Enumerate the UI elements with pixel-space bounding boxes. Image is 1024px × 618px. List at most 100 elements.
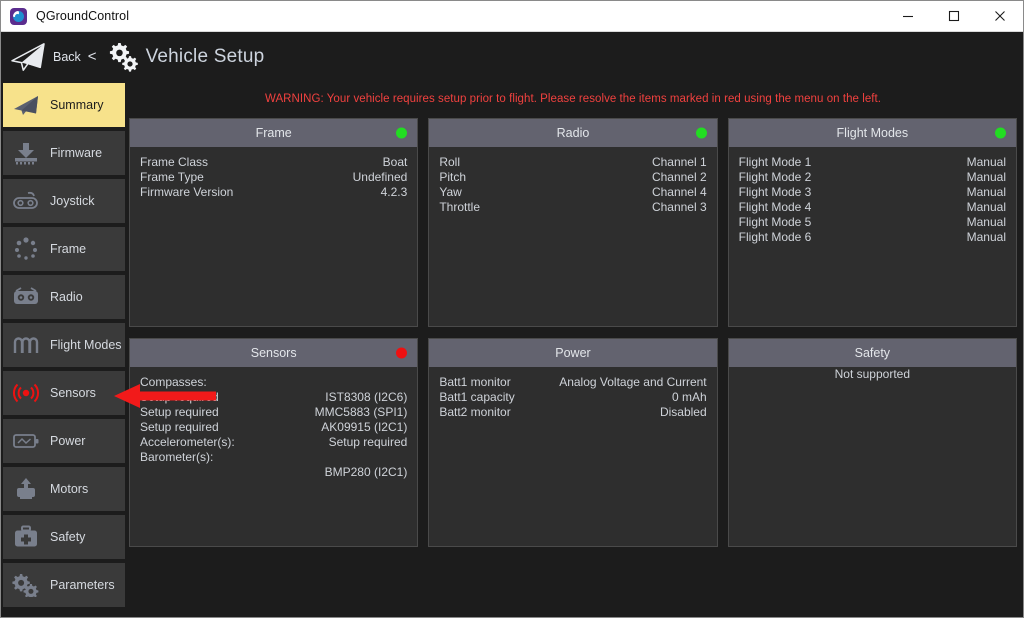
sidebar-item-label: Joystick <box>50 194 94 208</box>
chevron-left-icon: < <box>88 48 97 65</box>
download-chip-icon <box>11 140 41 166</box>
summary-row: Yaw Channel 4 <box>439 185 706 200</box>
row-key: Flight Mode 3 <box>739 185 812 200</box>
app-toolbar: Back < Vehicle Setup <box>1 32 1023 81</box>
status-indicator-ok <box>696 128 707 139</box>
minimize-icon[interactable] <box>885 1 931 32</box>
sidebar-item-power[interactable]: Power <box>3 419 125 463</box>
sidebar-item-safety[interactable]: Safety <box>3 515 125 559</box>
sidebar-item-label: Motors <box>50 482 88 496</box>
summary-row: Frame Type Undefined <box>140 170 407 185</box>
row-key: Flight Mode 6 <box>739 230 812 245</box>
row-key: Accelerometer(s): <box>140 435 235 450</box>
row-value: Disabled <box>660 405 707 420</box>
paper-plane-icon[interactable] <box>9 41 47 73</box>
panel-power[interactable]: Power Batt1 monitor Analog Voltage and C… <box>428 338 717 547</box>
panel-frame[interactable]: Frame Frame Class Boat Frame Type Undefi… <box>129 118 418 327</box>
summary-row: Setup required AK09915 (I2C1) <box>140 420 407 435</box>
summary-row: Setup required IST8308 (I2C6) <box>140 390 407 405</box>
qgroundcontrol-logo-icon <box>10 8 27 25</box>
row-value: 0 mAh <box>672 390 707 405</box>
panel-body: Roll Channel 1 Pitch Channel 2 Yaw Chann… <box>429 147 716 326</box>
summary-row: Flight Mode 1 Manual <box>739 155 1006 170</box>
sidebar-item-radio[interactable]: Radio <box>3 275 125 319</box>
paper-plane-icon <box>11 92 41 118</box>
row-value: Undefined <box>353 170 408 185</box>
panel-title: Frame <box>256 126 292 140</box>
panel-title: Sensors <box>251 346 297 360</box>
sidebar-item-flight-modes[interactable]: Flight Modes <box>3 323 125 367</box>
back-button-label[interactable]: Back <box>53 50 81 64</box>
row-value: Manual <box>967 170 1006 185</box>
panel-title: Flight Modes <box>837 126 909 140</box>
panel-flight-modes[interactable]: Flight Modes Flight Mode 1 Manual Flight… <box>728 118 1017 327</box>
close-icon[interactable] <box>977 1 1023 32</box>
panel-body: Frame Class Boat Frame Type Undefined Fi… <box>130 147 417 326</box>
sidebar-item-summary[interactable]: Summary <box>3 83 125 127</box>
maximize-icon[interactable] <box>931 1 977 32</box>
status-indicator-ok <box>995 128 1006 139</box>
row-key: Batt1 monitor <box>439 375 510 390</box>
title-bar: QGroundControl <box>1 1 1023 32</box>
summary-row: Barometer(s): <box>140 450 407 465</box>
panel-body: Compasses: Setup required IST8308 (I2C6)… <box>130 367 417 546</box>
panel-header: Frame <box>130 119 417 147</box>
row-value: 4.2.3 <box>381 185 408 200</box>
sidebar-item-parameters[interactable]: Parameters <box>3 563 125 607</box>
row-key: Firmware Version <box>140 185 233 200</box>
panel-header: Radio <box>429 119 716 147</box>
panel-header: Sensors <box>130 339 417 367</box>
setup-main-content: WARNING: Your vehicle requires setup pri… <box>125 81 1023 617</box>
sidebar-item-sensors[interactable]: Sensors <box>3 371 125 415</box>
panel-title: Radio <box>557 126 590 140</box>
qgroundcontrol-window: QGroundControl Back < <box>0 0 1024 618</box>
sidebar-item-motors[interactable]: Motors <box>3 467 125 511</box>
row-key: Frame Class <box>140 155 208 170</box>
row-value: Manual <box>967 215 1006 230</box>
sidebar-item-label: Power <box>50 434 85 448</box>
row-key: Flight Mode 5 <box>739 215 812 230</box>
sidebar-item-firmware[interactable]: Firmware <box>3 131 125 175</box>
row-value: AK09915 (I2C1) <box>321 420 407 435</box>
summary-row: BMP280 (I2C1) <box>140 465 407 480</box>
row-value: Channel 2 <box>652 170 707 185</box>
battery-icon <box>11 428 41 454</box>
row-key: Flight Mode 1 <box>739 155 812 170</box>
row-value: IST8308 (I2C6) <box>325 390 407 405</box>
sidebar-item-label: Radio <box>50 290 83 304</box>
sidebar-item-label: Sensors <box>50 386 96 400</box>
setup-warning-banner: WARNING: Your vehicle requires setup pri… <box>129 81 1017 118</box>
panel-sensors[interactable]: Sensors Compasses: Setup required IST830… <box>129 338 418 547</box>
row-value: Setup required <box>329 435 408 450</box>
panel-header: Safety <box>729 339 1016 367</box>
row-value: Boat <box>383 155 408 170</box>
sidebar-item-frame[interactable]: Frame <box>3 227 125 271</box>
panel-title: Safety <box>855 346 890 360</box>
row-key: Batt1 capacity <box>439 390 514 405</box>
row-key: Frame Type <box>140 170 204 185</box>
status-indicator-error <box>396 348 407 359</box>
gamepad-icon <box>11 188 41 214</box>
window-controls <box>885 1 1023 32</box>
row-value: Manual <box>967 155 1006 170</box>
summary-row: Throttle Channel 3 <box>439 200 706 215</box>
body-area: Summary Firmware <box>1 81 1023 617</box>
panel-radio[interactable]: Radio Roll Channel 1 Pitch Channel 2 <box>428 118 717 327</box>
sidebar-item-joystick[interactable]: Joystick <box>3 179 125 223</box>
sidebar-item-label: Summary <box>50 98 103 112</box>
panel-header: Flight Modes <box>729 119 1016 147</box>
row-value: Analog Voltage and Current <box>559 375 706 390</box>
status-indicator-ok <box>396 128 407 139</box>
summary-row: Pitch Channel 2 <box>439 170 706 185</box>
gears-icon <box>11 572 41 598</box>
sidebar-item-label: Safety <box>50 530 85 544</box>
summary-row: Flight Mode 2 Manual <box>739 170 1006 185</box>
row-key: Barometer(s): <box>140 450 213 465</box>
sensor-waves-icon <box>11 380 41 406</box>
summary-row: Roll Channel 1 <box>439 155 706 170</box>
window-title: QGroundControl <box>36 9 129 23</box>
summary-row: Flight Mode 4 Manual <box>739 200 1006 215</box>
title-bar-left: QGroundControl <box>1 8 129 25</box>
panel-safety[interactable]: Safety Not supported <box>728 338 1017 547</box>
row-value: Manual <box>967 230 1006 245</box>
